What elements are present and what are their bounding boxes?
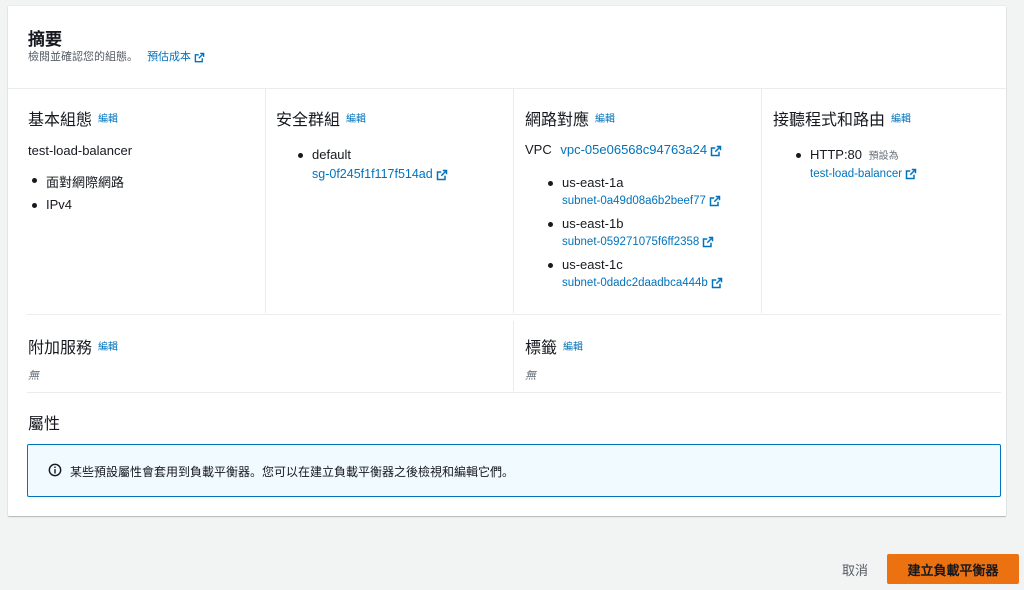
summary-description-text: 檢閱並確認您的組態。 [28,51,138,63]
basic-config-title: 基本組態 [28,112,93,129]
subnet-id: subnet-059271075f6ff2358 [562,236,700,249]
basic-config-list: 面對網際網路 IPv4 [28,172,124,212]
external-link-icon [710,145,722,157]
edit-network-mapping-link[interactable]: 編輯 [595,114,615,125]
listeners-heading: 接聽程式和路由 編輯 [773,106,911,130]
tags-section: 標籤 編輯 無 [513,321,1007,391]
addon-services-section: 附加服務 編輯 無 [8,321,513,393]
listeners-title: 接聽程式和路由 [773,112,886,129]
divider [27,392,1001,393]
vpc-label: VPC [525,142,552,157]
subnet-link[interactable]: subnet-0a49d08a6b2beef77 [562,195,721,207]
list-item: us-east-1c subnet-0dadc2daadbca444b [544,257,723,298]
list-item: 面對網際網路 [28,172,124,191]
basic-config-section: 基本組態 編輯 test-load-balancer 面對網際網路 IPv4 [8,89,265,313]
availability-zone: us-east-1a [562,175,624,190]
security-groups-heading: 安全群組 編輯 [276,106,366,130]
list-item: HTTP:80 預設為 test-load-balancer [792,147,917,180]
estimate-cost-link[interactable]: 預估成本 [147,51,205,63]
summary-title: 摘要 [28,30,62,49]
subnet-list: us-east-1a subnet-0a49d08a6b2beef77 us-e… [544,175,723,298]
vpc-id: vpc-05e06568c94763a24 [560,142,708,157]
external-link-icon [711,277,723,289]
network-mapping-title: 網路對應 [525,112,590,129]
default-to-label: 預設為 [868,151,899,162]
info-icon [48,463,62,482]
subnet-link[interactable]: subnet-0dadc2daadbca444b [562,277,723,289]
summary-description: 檢閱並確認您的組態。 預估成本 [28,48,205,64]
list-item: us-east-1a subnet-0a49d08a6b2beef77 [544,175,723,216]
security-group-name: default [312,147,352,162]
security-group-id: sg-0f245f1f117f514ad [312,167,433,181]
listener-row: HTTP:80 預設為 [810,147,917,162]
vpc-row: VPC vpc-05e06568c94763a24 [525,142,722,157]
network-mapping-section: 網路對應 編輯 VPC vpc-05e06568c94763a24 us-east… [513,89,762,313]
divider [27,314,1001,315]
addon-services-value: 無 [28,370,39,382]
listeners-list: HTTP:80 預設為 test-load-balancer [792,147,917,180]
target-group-link[interactable]: test-load-balancer [810,168,917,180]
tags-heading: 標籤 編輯 [525,334,583,358]
addon-services-heading: 附加服務 編輯 [28,334,118,358]
availability-zone: us-east-1b [562,216,624,231]
security-groups-list: default sg-0f245f1f117f514ad [294,147,448,181]
edit-security-groups-link[interactable]: 編輯 [346,114,366,125]
external-link-icon [905,168,917,180]
external-link-icon [194,52,205,63]
addon-services-title: 附加服務 [28,340,93,357]
summary-header: 摘要 檢閱並確認您的組態。 預估成本 [8,6,1006,89]
basic-config-heading: 基本組態 編輯 [28,106,118,130]
edit-tags-link[interactable]: 編輯 [563,342,583,353]
vpc-link[interactable]: vpc-05e06568c94763a24 [560,142,722,157]
listeners-section: 接聽程式和路由 編輯 HTTP:80 預設為 test-load-balancer [761,89,1007,313]
subnet-link[interactable]: subnet-059271075f6ff2358 [562,236,714,248]
target-group-name: test-load-balancer [810,168,903,181]
subnet-id: subnet-0a49d08a6b2beef77 [562,195,706,208]
external-link-icon [709,195,721,207]
create-load-balancer-button[interactable]: 建立負載平衡器 [887,554,1019,584]
attributes-title: 屬性 [28,416,61,433]
security-groups-section: 安全群組 編輯 default sg-0f245f1f117f514ad [265,89,514,313]
external-link-icon [436,169,448,181]
cancel-button[interactable]: 取消 [834,556,876,583]
load-balancer-name: test-load-balancer [28,143,133,158]
attributes-info-alert: 某些預設屬性會套用到負載平衡器。您可以在建立負載平衡器之後檢視和編輯它們。 [27,444,1001,497]
list-item: default sg-0f245f1f117f514ad [294,147,448,181]
estimate-cost-link-label: 預估成本 [147,51,192,63]
edit-addon-services-link[interactable]: 編輯 [98,342,118,353]
listener-protocol: HTTP:80 [810,147,863,162]
edit-basic-config-link[interactable]: 編輯 [98,114,118,125]
network-mapping-heading: 網路對應 編輯 [525,106,615,130]
tags-title: 標籤 [525,340,558,357]
security-group-link[interactable]: sg-0f245f1f117f514ad [312,167,448,181]
external-link-icon [702,236,714,248]
tags-value: 無 [525,370,536,382]
review-summary-panel: 摘要 檢閱並確認您的組態。 預估成本 基本組態 編輯 test-load-bala… [8,6,1006,516]
availability-zone: us-east-1c [562,257,623,272]
attributes-info-text: 某些預設屬性會套用到負載平衡器。您可以在建立負載平衡器之後檢視和編輯它們。 [70,465,515,479]
subnet-id: subnet-0dadc2daadbca444b [562,277,708,290]
edit-listeners-link[interactable]: 編輯 [891,114,911,125]
security-groups-title: 安全群組 [276,112,341,129]
list-item: IPv4 [28,197,124,212]
list-item: us-east-1b subnet-059271075f6ff2358 [544,216,723,257]
